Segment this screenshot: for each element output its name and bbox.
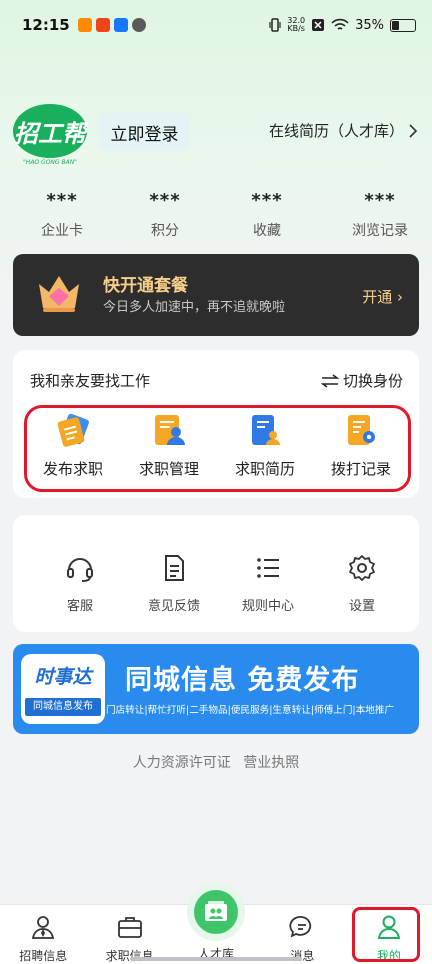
battery-percent: 35% [355,17,384,33]
login-button[interactable]: 立即登录 [99,113,190,151]
status-bar: 12:15 32.0 KB/s 35% [0,0,432,50]
job-management-button[interactable]: 求职管理 [121,412,217,479]
talent-pool-bubble [187,883,246,941]
publish-job-icon [57,413,89,447]
app-logo: 招工帮 "HAO GONG BAN" [12,104,90,166]
list-icon [257,558,279,578]
alipay-icon [113,18,128,32]
battery-level [392,20,400,30]
vip-title: 快开通套餐 [103,276,188,296]
stats-row: *** 企业卡 *** 积分 *** 收藏 *** 浏览记录 [0,190,432,240]
svg-text:招工帮: 招工帮 [14,120,88,148]
tab-recruit[interactable]: 招聘信息 [0,905,86,964]
badge-title: 时事达 [34,666,92,688]
home-indicator[interactable] [130,957,302,961]
vip-package-banner[interactable]: 快开通套餐 今日多人加速中，再不追就晚啦 开通 › [13,254,419,336]
swap-icon [320,373,339,388]
publish-job-label: 发布求职 [42,460,103,478]
stat-value: *** [364,190,396,211]
app-notification-icon [95,18,110,32]
switch-identity-button[interactable]: 切换身份 [320,370,403,391]
crown-icon [39,276,79,312]
banner-badge: 时事达 同城信息发布 [21,654,105,724]
vip-open-label: 开通 [362,288,393,306]
business-license-link[interactable]: 营业执照 [243,755,299,771]
job-seeking-card: 我和亲友要找工作 切换身份 发布求职 求职管理 求职简历 拨打记录 [13,350,419,498]
wechat-icon [131,18,146,32]
stat-value: *** [46,190,78,211]
vip-subtitle: 今日多人加速中，再不追就晚啦 [103,300,286,315]
switch-identity-label: 切换身份 [342,372,403,390]
call-record-label: 拨打记录 [330,460,391,478]
net-speed: 32.0 KB/s [287,16,306,33]
tools-card: 客服 意见反馈 规则中心 设置 [13,515,419,632]
rules-center-label: 规则中心 [241,599,294,614]
feedback-icon [165,555,184,581]
stat-label: 收藏 [253,223,281,239]
call-record-icon [348,415,375,445]
status-time: 12:15 [22,16,70,34]
stat-value: *** [149,190,181,211]
tab-label: 消息 [290,949,315,963]
online-resume-label: 在线简历（人才库） [268,122,404,140]
publish-job-button[interactable]: 发布求职 [25,412,121,479]
stat-favorites[interactable]: *** 收藏 [206,190,328,240]
tab-label: 求职信息 [105,949,154,963]
tab-talent-pool[interactable]: 人才库 [173,883,259,964]
badge-subtitle: 同城信息发布 [25,698,101,716]
stat-browse-history[interactable]: *** 浏览记录 [328,190,432,240]
app-notification-icon [77,18,92,32]
resume-icon [252,415,280,445]
job-management-label: 求职管理 [138,460,199,478]
svg-text:"HAO GONG BAN": "HAO GONG BAN" [23,159,77,166]
stat-label: 积分 [151,223,179,239]
settings-label: 设置 [348,599,375,614]
tab-job-info[interactable]: 求职信息 [86,905,172,964]
call-record-button[interactable]: 拨打记录 [313,412,409,479]
tools-row: 客服 意见反馈 规则中心 设置 [13,553,419,614]
briefcase-icon [117,917,142,938]
headset-icon [67,558,93,582]
feedback-label: 意见反馈 [147,599,200,614]
vibrate-icon [269,18,281,32]
stat-points[interactable]: *** 积分 [124,190,206,240]
stat-label: 浏览记录 [352,223,408,239]
highlight-box [352,907,420,962]
online-resume-link[interactable]: 在线简历（人才库） [269,120,418,141]
job-management-icon [155,415,185,445]
customer-service-label: 客服 [66,599,93,614]
resume-label: 求职简历 [234,460,295,478]
chevron-right-icon: › [397,288,403,306]
recruit-icon [32,916,55,939]
stat-enterprise-card[interactable]: *** 企业卡 [0,190,124,240]
job-actions: 发布求职 求职管理 求职简历 拨打记录 [25,412,409,479]
gear-icon [349,555,375,581]
wifi-icon [331,18,349,30]
hr-license-link[interactable]: 人力资源许可证 [133,755,231,771]
battery-icon [390,18,416,32]
message-icon [289,916,312,938]
customer-service-button[interactable]: 客服 [33,553,127,614]
vip-open-button[interactable]: 开通 › [362,286,403,307]
footer-links: 人力资源许可证 营业执照 [0,752,432,772]
talent-pool-icon [205,901,228,921]
feedback-button[interactable]: 意见反馈 [127,553,221,614]
rules-center-button[interactable]: 规则中心 [221,553,315,614]
sim-icon [312,19,325,31]
stat-value: *** [251,190,283,211]
settings-button[interactable]: 设置 [315,553,409,614]
tab-messages[interactable]: 消息 [259,905,345,964]
banner-tagline: 门店转让|帮忙打听|二手物品|便民服务|生意转让|师傅上门|本地推广 [106,705,395,716]
local-info-banner[interactable]: 时事达 同城信息发布 同城信息 免费发布 门店转让|帮忙打听|二手物品|便民服务… [13,644,419,734]
tab-label: 招聘信息 [19,949,68,963]
stat-label: 企业卡 [41,223,83,239]
job-section-title: 我和亲友要找工作 [30,372,151,390]
resume-button[interactable]: 求职简历 [217,412,313,479]
banner-headline: 同城信息 免费发布 [125,665,360,696]
chevron-right-icon [409,123,418,138]
